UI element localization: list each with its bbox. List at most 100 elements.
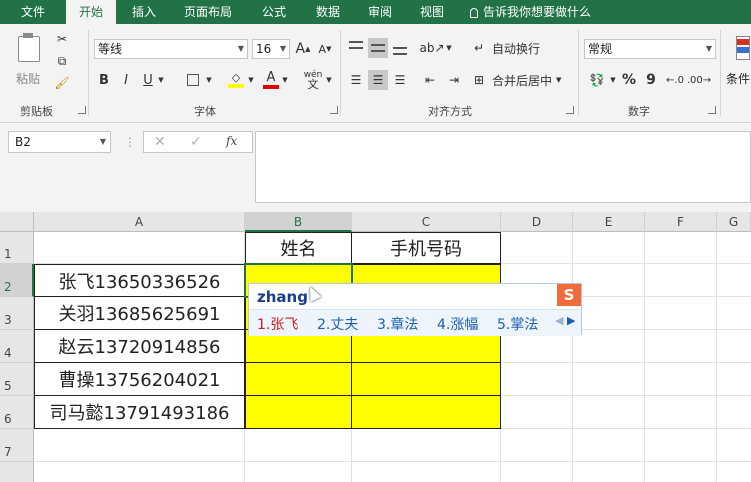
- increase-decimal-icon[interactable]: ←.0: [664, 70, 686, 90]
- tab-view[interactable]: 视图: [408, 0, 456, 24]
- tab-insert[interactable]: 插入: [120, 0, 168, 24]
- sogou-logo-icon: S: [557, 284, 581, 306]
- cancel-icon[interactable]: ✕: [154, 134, 166, 150]
- cell-a5[interactable]: 曹操13756204021: [34, 363, 245, 396]
- chevron-down-icon[interactable]: ▼: [608, 70, 618, 90]
- alignment-launcher-icon[interactable]: [566, 106, 574, 114]
- format-painter-icon[interactable]: 🖌: [52, 74, 72, 92]
- ime-candidate-3[interactable]: 3.章法: [377, 314, 418, 334]
- tab-formulas[interactable]: 公式: [250, 0, 298, 24]
- align-right-icon[interactable]: ☰: [390, 70, 410, 90]
- ime-candidate-5[interactable]: 5.掌法: [497, 314, 538, 334]
- fill-color-icon[interactable]: ◇: [226, 70, 246, 90]
- cell-a2[interactable]: 张飞13650336526: [34, 264, 245, 297]
- column-header-e[interactable]: E: [573, 212, 645, 232]
- select-all-button[interactable]: [0, 212, 34, 232]
- conditional-formatting-label: 条件: [726, 72, 751, 86]
- cell-b5[interactable]: [245, 363, 352, 396]
- cell-b1[interactable]: 姓名: [245, 232, 352, 264]
- tab-review[interactable]: 审阅: [356, 0, 404, 24]
- cell-a6[interactable]: 司马懿13791493186: [34, 396, 245, 429]
- cell-a3[interactable]: 关羽13685625691: [34, 297, 245, 330]
- cell-c6[interactable]: [351, 396, 501, 429]
- grow-font-button[interactable]: A ▲: [294, 39, 312, 59]
- font-size-combo[interactable]: 16 ▼: [252, 39, 290, 59]
- column-header-d[interactable]: D: [501, 212, 573, 232]
- orientation-icon[interactable]: ab↗: [419, 38, 444, 58]
- row-header-3[interactable]: 3: [0, 297, 34, 330]
- row-header-1[interactable]: 1: [0, 232, 34, 264]
- font-color-icon[interactable]: A: [262, 70, 280, 90]
- middle-align-icon[interactable]: [368, 38, 388, 58]
- conditional-formatting-button[interactable]: 条件: [724, 30, 751, 94]
- cell-b6[interactable]: [245, 396, 352, 429]
- wrap-text-button[interactable]: ↵ 自动换行: [474, 38, 550, 58]
- font-launcher-icon[interactable]: [330, 106, 338, 114]
- column-header-f[interactable]: F: [645, 212, 717, 232]
- row-header-2[interactable]: 2: [0, 264, 34, 297]
- align-left-icon[interactable]: ☰: [346, 70, 366, 90]
- column-header-a[interactable]: A: [34, 212, 245, 232]
- accounting-format-icon[interactable]: 💱: [586, 70, 608, 90]
- column-header-c[interactable]: C: [352, 212, 501, 232]
- chevron-down-icon: ▼: [237, 44, 244, 53]
- ime-next-page-icon[interactable]: ▶: [567, 314, 575, 327]
- row-header-6[interactable]: 6: [0, 396, 34, 429]
- empty-cells[interactable]: [501, 232, 751, 482]
- name-box-value: B2: [15, 135, 31, 149]
- formula-input[interactable]: [255, 131, 751, 203]
- row-header-7[interactable]: 7: [0, 429, 34, 462]
- borders-icon[interactable]: [184, 70, 202, 90]
- merge-center-button[interactable]: ⊞ 合并后居中 ▼: [474, 70, 564, 90]
- ime-prev-page-icon[interactable]: ◀: [555, 314, 563, 327]
- tab-data[interactable]: 数据: [304, 0, 352, 24]
- chevron-down-icon[interactable]: ▼: [246, 70, 256, 90]
- tab-page-layout[interactable]: 页面布局: [172, 0, 244, 24]
- cell-a4[interactable]: 赵云13720914856: [34, 330, 245, 363]
- tab-file[interactable]: 文件: [8, 0, 58, 24]
- decrease-indent-icon[interactable]: ⇤: [420, 70, 440, 90]
- number-format-combo[interactable]: 常规 ▼: [584, 39, 716, 59]
- row-header-4[interactable]: 4: [0, 330, 34, 363]
- chevron-down-icon[interactable]: ▼: [324, 70, 334, 90]
- cell-c1[interactable]: 手机号码: [351, 232, 501, 264]
- chevron-down-icon[interactable]: ▼: [204, 70, 214, 90]
- paste-button[interactable]: 粘贴: [12, 30, 46, 88]
- column-header-g[interactable]: G: [717, 212, 751, 232]
- cell-a1[interactable]: [34, 232, 245, 264]
- ime-candidate-popup: zhang S 1.张飞 2.丈夫 3.章法 4.涨幅 5.掌法 ◀ ▶: [248, 283, 582, 336]
- top-align-icon[interactable]: [346, 38, 366, 58]
- clipboard-group-label: 剪贴板: [20, 105, 53, 118]
- tab-home[interactable]: 开始: [66, 0, 116, 24]
- splitter-handle[interactable]: ⋮: [124, 135, 136, 149]
- tell-me-box[interactable]: 告诉我你想要做什么: [470, 0, 610, 24]
- cell-c5[interactable]: [351, 363, 501, 396]
- clipboard-launcher-icon[interactable]: [78, 106, 86, 114]
- column-header-b[interactable]: B: [245, 212, 352, 232]
- enter-icon[interactable]: ✓: [190, 134, 202, 150]
- name-box[interactable]: B2 ▼: [8, 131, 111, 153]
- italic-button[interactable]: I: [118, 70, 134, 90]
- font-name-combo[interactable]: 等线 ▼: [94, 39, 248, 59]
- percent-style-button[interactable]: %: [620, 70, 638, 90]
- comma-style-button[interactable]: 9: [642, 70, 660, 90]
- increase-indent-icon[interactable]: ⇥: [444, 70, 464, 90]
- chevron-down-icon[interactable]: ▼: [280, 70, 290, 90]
- ime-candidate-4[interactable]: 4.涨幅: [437, 314, 478, 334]
- cut-icon[interactable]: ✂: [52, 30, 72, 48]
- copy-icon[interactable]: ⧉: [52, 52, 72, 70]
- ime-candidate-1[interactable]: 1.张飞: [257, 314, 298, 334]
- insert-function-button[interactable]: fx: [226, 134, 237, 148]
- row-header-5[interactable]: 5: [0, 363, 34, 396]
- chevron-down-icon[interactable]: ▼: [444, 38, 454, 58]
- phonetic-guide-button[interactable]: wén 文: [302, 68, 324, 92]
- bold-button[interactable]: B: [96, 70, 112, 90]
- chevron-down-icon[interactable]: ▼: [156, 70, 166, 90]
- ime-candidate-2[interactable]: 2.丈夫: [317, 314, 358, 334]
- shrink-font-button[interactable]: A ▼: [316, 39, 334, 59]
- number-launcher-icon[interactable]: [708, 106, 716, 114]
- align-center-icon[interactable]: ☰: [368, 70, 388, 90]
- bottom-align-icon[interactable]: [390, 38, 410, 58]
- underline-button[interactable]: U: [140, 70, 156, 90]
- decrease-decimal-icon[interactable]: .00→: [687, 70, 711, 90]
